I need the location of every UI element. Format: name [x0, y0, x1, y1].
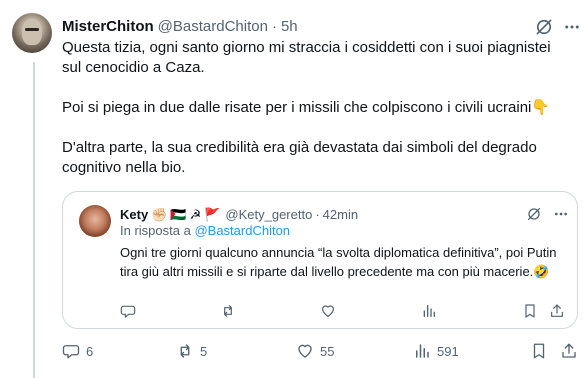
bookmark-button[interactable]: [530, 341, 548, 361]
like-count: 55: [320, 343, 335, 359]
tweet-paragraph: Questa tizia, ogni santo giorno mi strac…: [62, 39, 551, 76]
quote-author-name[interactable]: Kety: [120, 207, 148, 222]
bookmark-icon: [533, 343, 545, 359]
quote-author-handle[interactable]: @Kety_geretto: [225, 207, 312, 222]
grok-icon[interactable]: [534, 17, 554, 37]
separator-dot: ·: [315, 206, 320, 222]
like-icon: [298, 344, 312, 358]
name-emoji: 🇵🇸: [170, 207, 187, 222]
share-icon[interactable]: [549, 303, 565, 319]
views-button[interactable]: 591: [413, 341, 459, 361]
reply-icon: [62, 345, 80, 359]
repost-count: 5: [200, 343, 208, 359]
grok-icon[interactable]: [526, 206, 542, 222]
tweet-header: MisterChiton @BastardChiton · 5h: [62, 16, 298, 36]
name-emoji: ✊🏻: [151, 207, 168, 222]
reply-icon[interactable]: [120, 303, 136, 319]
reply-context: In risposta a @BastardChiton: [120, 223, 290, 238]
repost-icon: [180, 344, 190, 358]
views-icon[interactable]: [421, 303, 437, 319]
like-button[interactable]: 55: [296, 341, 334, 361]
tweet-time[interactable]: 5h: [281, 18, 298, 35]
action-bar: 6 5 55 591: [62, 341, 582, 363]
name-emoji: 🚩: [204, 207, 221, 222]
author-handle[interactable]: @BastardChiton: [158, 18, 268, 35]
tweet-paragraph: D'altra parte, la sua credibilità era gi…: [62, 139, 537, 176]
reply-count: 6: [86, 343, 94, 359]
tweet-text: Questa tizia, ogni santo giorno mi strac…: [62, 38, 572, 178]
quote-author-avatar[interactable]: [79, 205, 111, 237]
more-icon[interactable]: [563, 18, 581, 36]
more-icon[interactable]: [553, 206, 569, 222]
avatar-face: [22, 19, 42, 45]
bookmark-icon[interactable]: [522, 303, 538, 319]
author-avatar[interactable]: [12, 13, 52, 53]
avatar-eyes: [25, 28, 39, 31]
quote-time[interactable]: 42min: [323, 207, 358, 222]
repost-button[interactable]: 5: [176, 341, 207, 361]
view-count: 591: [437, 343, 459, 359]
quote-text: Ogni tre giorni qualcuno annuncia “la sv…: [120, 245, 557, 279]
like-icon[interactable]: [320, 303, 336, 319]
author-name[interactable]: MisterChiton: [62, 18, 154, 35]
quoted-tweet[interactable]: Kety ✊🏻 🇵🇸 ☭ 🚩 @Kety_geretto · 42min In …: [62, 191, 578, 329]
share-icon: [562, 343, 576, 358]
quote-action-bar: [63, 303, 579, 321]
name-emoji: ☭: [189, 207, 202, 222]
reply-button[interactable]: 6: [62, 341, 93, 361]
reply-mention-link[interactable]: @BastardChiton: [194, 223, 290, 238]
quote-header: Kety ✊🏻 🇵🇸 ☭ 🚩 @Kety_geretto · 42min: [120, 205, 358, 223]
reply-prefix: In risposta a: [120, 223, 191, 238]
tweet-paragraph: Poi si piega in due dalle risate per i m…: [62, 99, 551, 116]
views-icon: [416, 344, 429, 358]
share-button[interactable]: [560, 341, 578, 361]
separator-dot: ·: [271, 17, 277, 35]
repost-icon[interactable]: [220, 303, 236, 319]
thread-line: [33, 62, 35, 378]
